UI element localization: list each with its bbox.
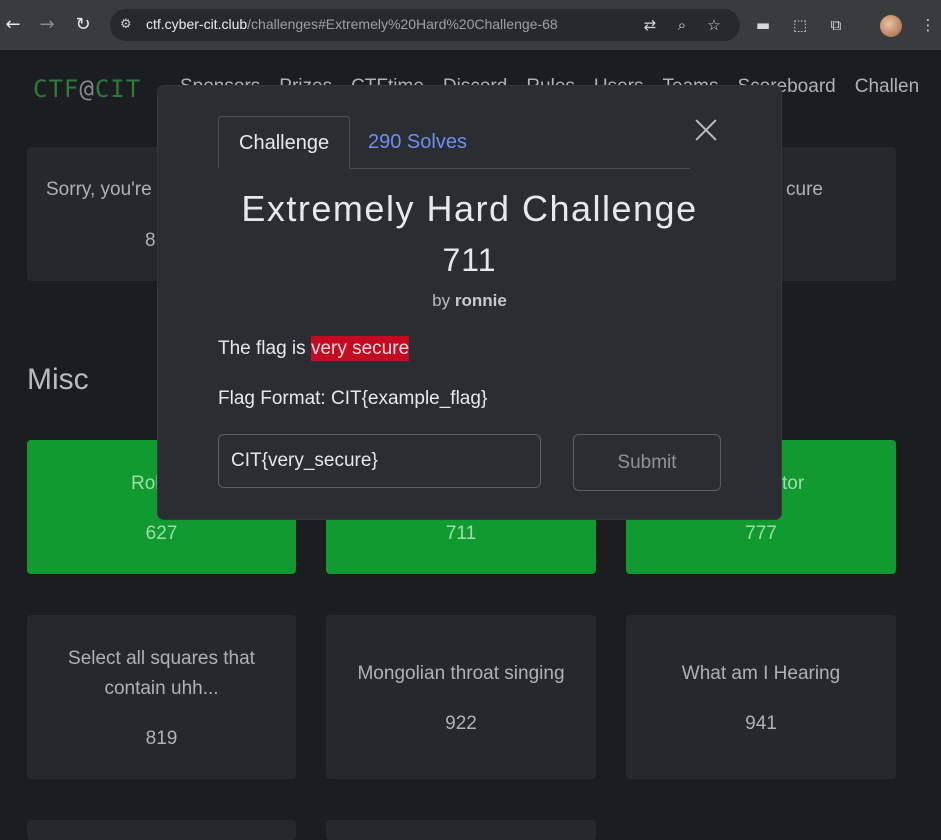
- challenge-name: Extremely Hard Challenge: [241, 188, 698, 229]
- extensions-puzzle-icon[interactable]: ⧉: [826, 15, 846, 35]
- translate-icon[interactable]: ⇄: [641, 16, 659, 34]
- bookmark-star-icon[interactable]: ☆: [705, 16, 723, 34]
- reload-icon[interactable]: ↻: [71, 13, 95, 37]
- close-icon[interactable]: [692, 116, 720, 144]
- highlighted-text: very secure: [310, 336, 410, 361]
- back-icon[interactable]: ←: [1, 13, 25, 37]
- flag-format-text: Flag Format: CIT{example_flag}: [218, 388, 488, 409]
- challenge-author: by ronnie: [432, 291, 507, 310]
- tab-solves[interactable]: 290 Solves: [348, 116, 487, 167]
- menu-kebab-icon[interactable]: ⋮: [918, 15, 938, 35]
- flag-input[interactable]: [218, 434, 541, 488]
- url-text: ctf.cyber-cit.club/challenges#Extremely%…: [146, 16, 558, 32]
- challenge-description: The flag is very secure: [218, 336, 410, 361]
- submit-button[interactable]: Submit: [573, 434, 721, 491]
- challenge-value: 711: [442, 242, 497, 278]
- modal-tabs: Challenge 290 Solves: [218, 116, 690, 169]
- zoom-icon[interactable]: ⌕: [673, 16, 691, 34]
- author-name: ronnie: [454, 291, 507, 310]
- profile-avatar[interactable]: [880, 15, 902, 37]
- site-info-icon[interactable]: ⚙: [120, 17, 136, 33]
- challenge-modal: Challenge 290 Solves Extremely Hard Chal…: [158, 86, 781, 519]
- extension-hat-icon[interactable]: ▬: [753, 15, 773, 35]
- browser-toolbar: ← → ↻ ⚙ ctf.cyber-cit.club/challenges#Ex…: [0, 0, 941, 50]
- forward-icon[interactable]: →: [35, 13, 59, 37]
- screenshot-icon[interactable]: ⬚: [790, 15, 810, 35]
- tab-challenge[interactable]: Challenge: [218, 116, 351, 169]
- address-bar[interactable]: ⚙ ctf.cyber-cit.club/challenges#Extremel…: [110, 9, 740, 41]
